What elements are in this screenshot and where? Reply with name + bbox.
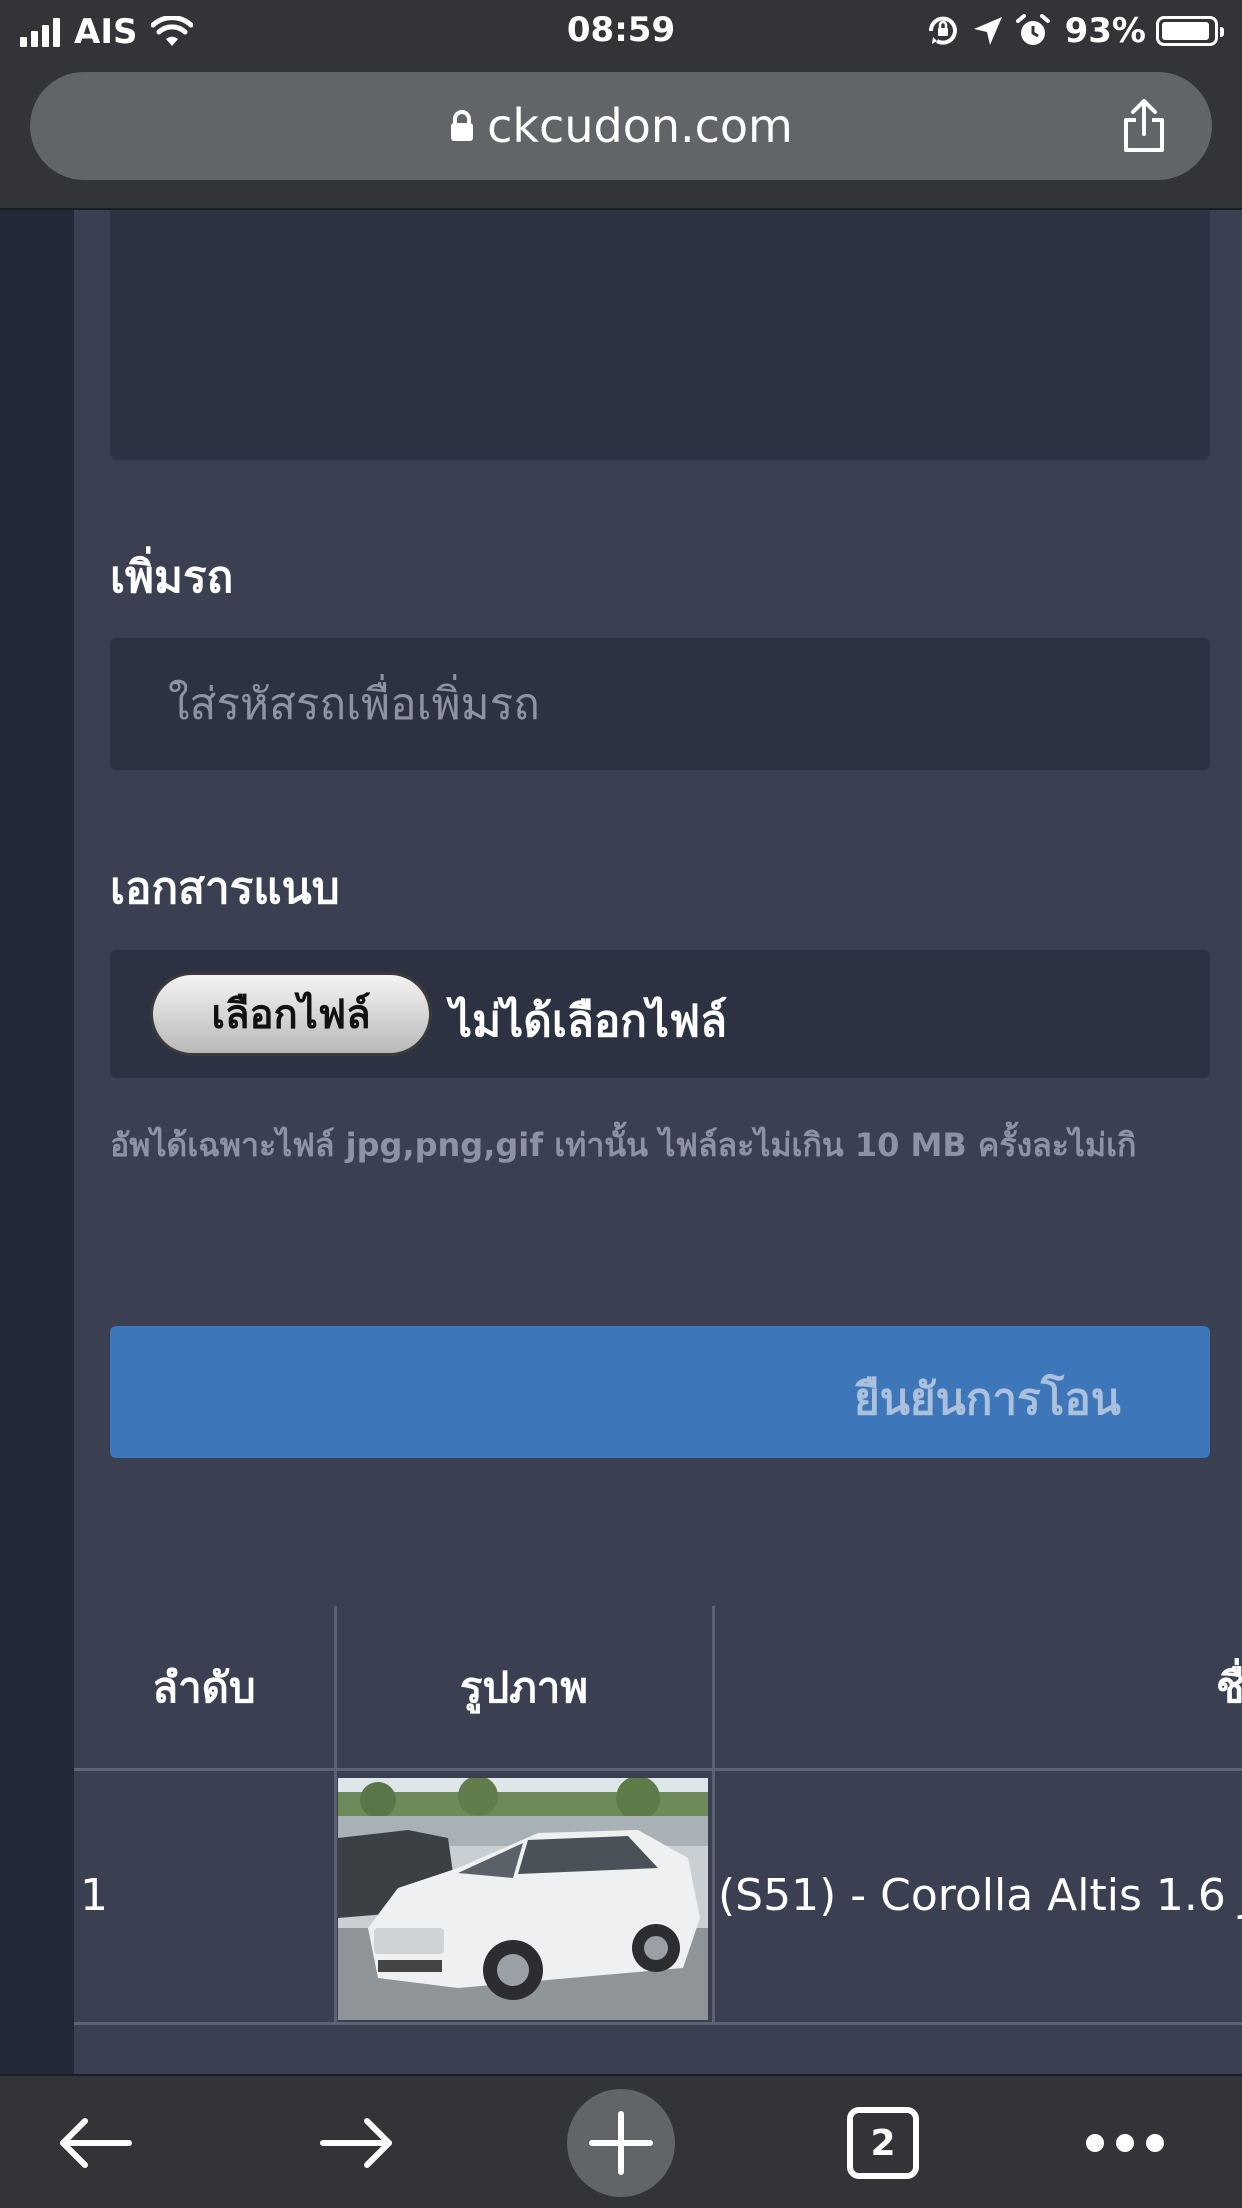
add-car-label: เพิ่มรถ — [110, 552, 234, 603]
row-car-name[interactable]: (S51) - Corolla Altis 1.6 J — [718, 1870, 1242, 1921]
back-button[interactable] — [40, 2076, 150, 2208]
file-upload-field: เลือกไฟล์ ไม่ได้เลือกไฟล์ — [110, 950, 1210, 1078]
status-right: 93% — [915, 10, 1224, 52]
add-car-field[interactable] — [110, 638, 1210, 770]
battery-percent: 93% — [1064, 11, 1146, 51]
more-icon — [1086, 2134, 1164, 2152]
no-file-text: ไม่ได้เลือกไฟล์ — [450, 996, 728, 1047]
header-divider — [74, 1768, 1242, 1771]
url-display[interactable]: ckcudon.com — [30, 72, 1212, 180]
share-icon[interactable] — [1116, 98, 1172, 154]
confirm-transfer-label: ยืนยันการโอน — [854, 1375, 1121, 1424]
tabs-button[interactable]: 2 — [828, 2076, 938, 2208]
status-bar: AIS 08:59 93% — [0, 0, 1242, 62]
add-car-input[interactable] — [110, 638, 1210, 770]
address-bar[interactable]: ckcudon.com — [30, 72, 1212, 180]
car-table: ลำดับ รูปภาพ ชื่ 1 (S51) - Corolla Altis… — [74, 1606, 1242, 2074]
header-name: ชื่ — [1216, 1663, 1242, 1712]
back-arrow-icon — [60, 2118, 132, 2168]
forward-arrow-icon — [320, 2118, 392, 2168]
upload-hint: อัพได้เฉพาะไฟล์ jpg,png,gif เท่านั้น ไฟล… — [110, 1126, 1137, 1164]
choose-file-button[interactable]: เลือกไฟล์ — [150, 972, 432, 1056]
car-photo — [338, 1778, 708, 2020]
column-divider — [334, 1606, 337, 2024]
battery-icon — [1156, 16, 1224, 46]
tabs-icon: 2 — [847, 2107, 919, 2179]
lock-icon — [451, 110, 474, 141]
tab-count: 2 — [870, 2122, 896, 2164]
browser-bottom-toolbar: 2 — [0, 2074, 1242, 2208]
more-button[interactable] — [1070, 2076, 1180, 2208]
header-index: ลำดับ — [152, 1663, 256, 1712]
new-tab-circle — [567, 2089, 675, 2197]
attachment-label: เอกสารแนบ — [110, 863, 340, 914]
note-textarea[interactable] — [110, 210, 1210, 460]
confirm-transfer-button[interactable]: ยืนยันการโอน — [110, 1326, 1210, 1458]
row-index: 1 — [80, 1870, 108, 1921]
location-icon — [973, 17, 1002, 45]
column-divider — [712, 1606, 715, 2024]
plus-icon — [589, 2111, 653, 2175]
orientation-lock-icon — [928, 16, 957, 45]
row-divider — [74, 2022, 1242, 2025]
new-tab-button[interactable] — [566, 2076, 676, 2208]
browser-toolbar: ckcudon.com — [0, 62, 1242, 210]
car-image[interactable] — [338, 1778, 708, 2020]
page-content: เพิ่มรถ เอกสารแนบ เลือกไฟล์ ไม่ได้เลือกไ… — [0, 210, 1242, 2074]
alarm-icon — [1015, 14, 1050, 45]
url-text: ckcudon.com — [487, 99, 793, 153]
header-image: รูปภาพ — [459, 1663, 589, 1712]
screen: AIS 08:59 93% ckcudon.com เพิ่มรถ ใส่รหั… — [0, 0, 1242, 2208]
forward-button[interactable] — [302, 2076, 412, 2208]
battery-level — [1162, 22, 1209, 40]
